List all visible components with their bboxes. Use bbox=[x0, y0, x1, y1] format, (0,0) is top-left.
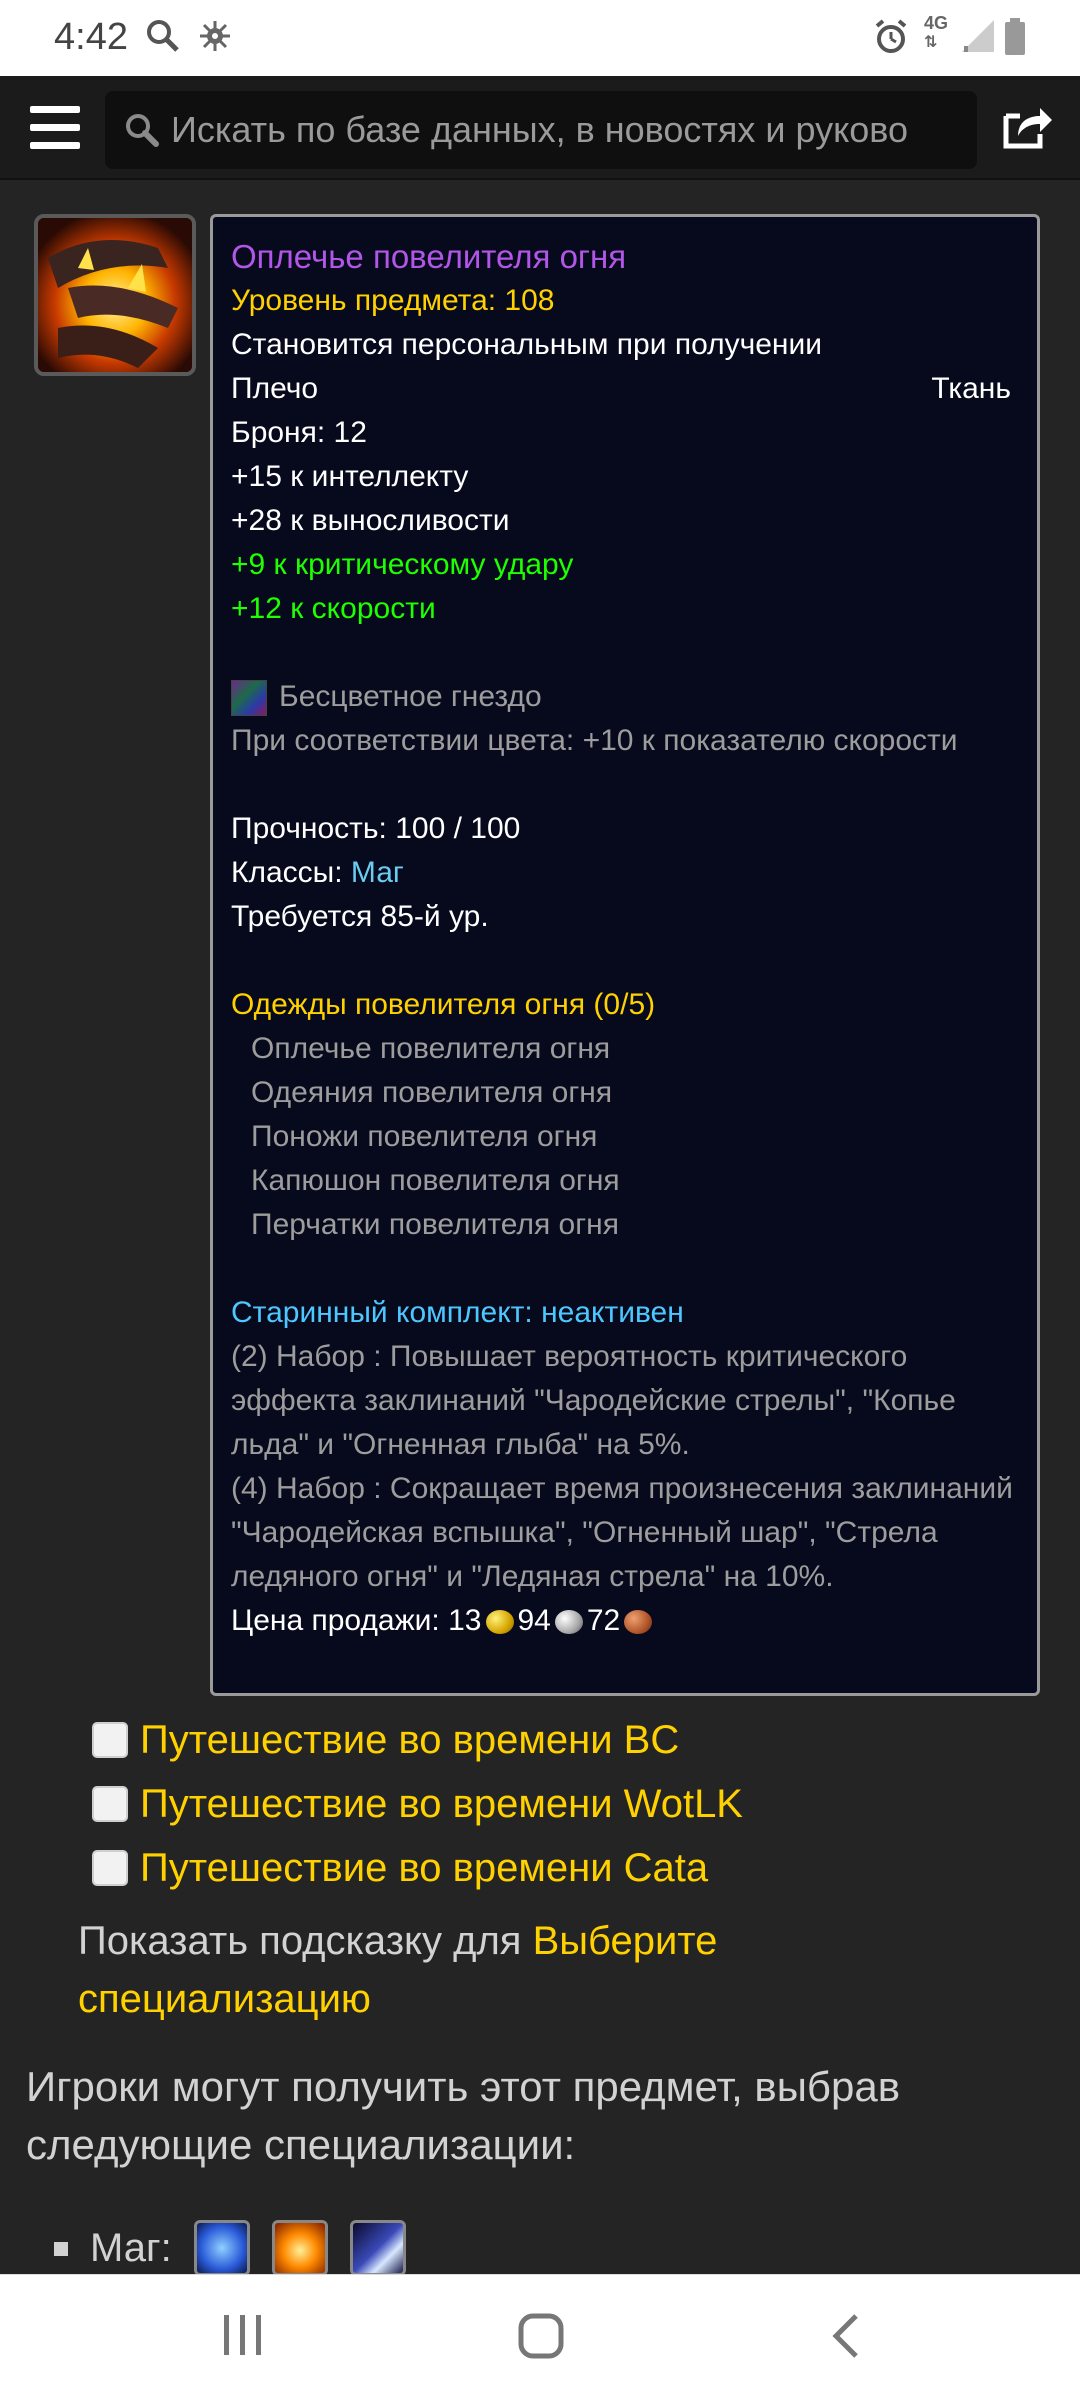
system-nav-bar bbox=[0, 2274, 1080, 2400]
checkbox-wotlk[interactable] bbox=[92, 1786, 128, 1822]
socket-label: Бесцветное гнездо bbox=[279, 680, 542, 713]
silver-coin-icon bbox=[554, 1610, 583, 1635]
search-status-icon bbox=[145, 18, 181, 59]
sell-price: Цена продажи: 13 94 72 bbox=[231, 1599, 1019, 1643]
search-input[interactable] bbox=[171, 91, 971, 169]
fire-shoulder-icon bbox=[34, 214, 196, 376]
item-tooltip: Оплечье повелителя огня Уровень предмета… bbox=[210, 214, 1040, 1696]
socket-row: Бесцветное гнездо bbox=[231, 675, 1019, 719]
gold-coin-icon bbox=[485, 1610, 514, 1635]
set-bonus-2: (2) Набор : Повышает вероятность критиче… bbox=[231, 1340, 956, 1461]
search-box[interactable] bbox=[105, 91, 977, 169]
item-slot: Плечо bbox=[231, 372, 319, 405]
status-bar: 4:42 4G ⇅ bbox=[0, 0, 1080, 76]
spec-class-label: Маг: bbox=[90, 2226, 172, 2270]
stat-crit: +9 к критическому удару bbox=[231, 548, 574, 581]
arcane-spec-icon[interactable] bbox=[194, 2220, 250, 2276]
frost-spec-icon[interactable] bbox=[350, 2220, 406, 2276]
item-classes: Классы: Маг bbox=[231, 851, 1019, 895]
set-name[interactable]: Одежды повелителя огня (0/5) bbox=[231, 983, 1019, 1027]
gold-amount: 13 bbox=[448, 1604, 482, 1637]
item-slot-row: Плечо Ткань bbox=[231, 367, 1019, 411]
settings-status-icon bbox=[197, 18, 233, 59]
battery-status-icon bbox=[1004, 18, 1026, 61]
hint-prefix: Показать подсказку для bbox=[78, 1919, 522, 1963]
silver-amount: 94 bbox=[517, 1604, 551, 1637]
search-icon bbox=[123, 111, 161, 154]
set-bonus-4: (4) Набор : Сокращает время произнесения… bbox=[231, 1472, 1013, 1593]
set-item[interactable]: Капюшон повелителя огня bbox=[231, 1159, 1019, 1203]
sell-price-label: Цена продажи: bbox=[231, 1604, 440, 1637]
item-armor-type: Ткань bbox=[931, 372, 1011, 405]
checkbox-bc[interactable] bbox=[92, 1722, 128, 1758]
class-link-mage[interactable]: Маг bbox=[351, 856, 404, 889]
item-level: Уровень предмета: 108 bbox=[231, 284, 555, 317]
filter-label-bc[interactable]: Путешествие во времени BC bbox=[140, 1718, 679, 1763]
legacy-set-status: Старинный комплект: неактивен bbox=[231, 1296, 684, 1329]
alarm-status-icon bbox=[872, 18, 910, 61]
top-bar bbox=[0, 76, 1080, 180]
tooltip-spec-hint: Показать подсказку для Выберите специали… bbox=[78, 1912, 978, 2028]
copper-coin-icon bbox=[624, 1610, 653, 1635]
socket-bonus: При соответствии цвета: +10 к показателю… bbox=[231, 724, 958, 757]
status-time: 4:42 bbox=[54, 16, 128, 58]
set-item[interactable]: Поножи повелителя огня bbox=[231, 1115, 1019, 1159]
signal-status-icon bbox=[960, 18, 996, 59]
stat-haste: +12 к скорости bbox=[231, 592, 436, 625]
bullet-icon bbox=[54, 2242, 68, 2256]
stat-intellect: +15 к интеллекту bbox=[231, 460, 469, 493]
filter-label-wotlk[interactable]: Путешествие во времени WotLK bbox=[140, 1782, 743, 1827]
filter-label-cata[interactable]: Путешествие во времени Cata bbox=[140, 1846, 708, 1891]
back-icon[interactable] bbox=[828, 2313, 862, 2364]
menu-icon[interactable] bbox=[30, 106, 80, 150]
item-binding: Становится персональным при получении bbox=[231, 328, 822, 361]
checkbox-cata[interactable] bbox=[92, 1850, 128, 1886]
network-label: 4G bbox=[924, 13, 949, 33]
set-item[interactable]: Одеяния повелителя огня bbox=[231, 1071, 1019, 1115]
prismatic-socket-icon bbox=[231, 680, 267, 717]
recent-apps-icon[interactable] bbox=[222, 2313, 264, 2362]
set-item[interactable]: Оплечье повелителя огня bbox=[231, 1027, 1019, 1071]
players-spec-text: Игроки могут получить этот предмет, выбр… bbox=[26, 2063, 901, 2168]
network-status-icon: 4G ⇅ bbox=[924, 13, 949, 51]
classes-label: Классы: bbox=[231, 856, 343, 889]
set-item[interactable]: Перчатки повелителя огня bbox=[231, 1203, 1019, 1247]
copper-amount: 72 bbox=[586, 1604, 621, 1637]
share-icon[interactable] bbox=[1000, 102, 1054, 152]
item-title: Оплечье повелителя огня bbox=[231, 238, 627, 275]
item-armor: Броня: 12 bbox=[231, 416, 367, 449]
required-level: Требуется 85-й ур. bbox=[231, 900, 489, 933]
home-icon[interactable] bbox=[518, 2313, 564, 2364]
item-durability: Прочность: 100 / 100 bbox=[231, 812, 521, 845]
stat-stamina: +28 к выносливости bbox=[231, 504, 510, 537]
fire-spec-icon[interactable] bbox=[272, 2220, 328, 2276]
